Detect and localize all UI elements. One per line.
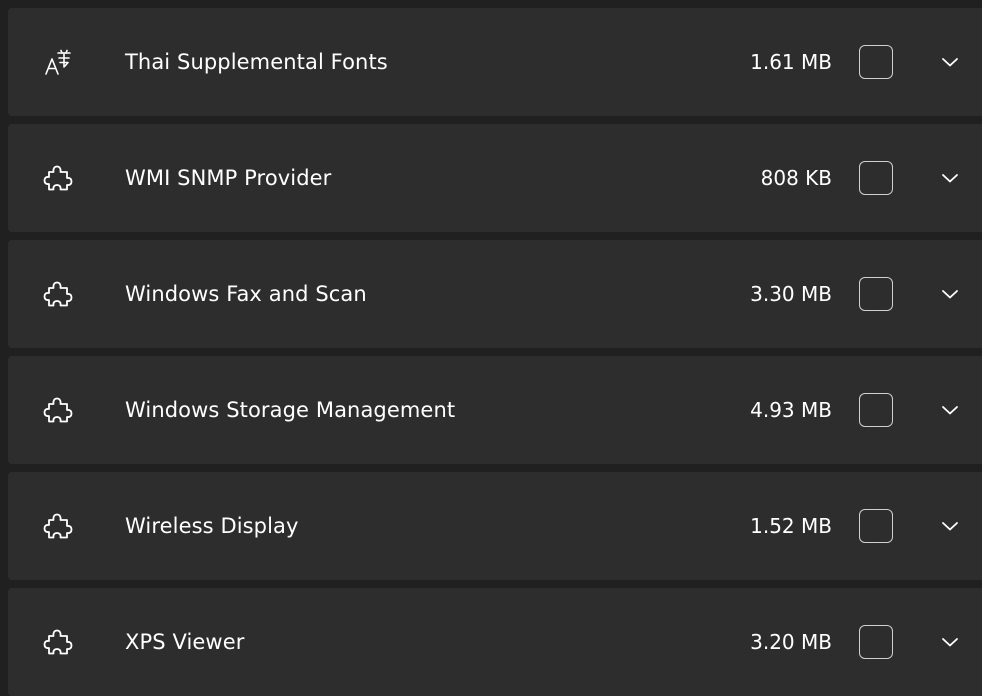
feature-name: WMI SNMP Provider: [125, 166, 332, 190]
feature-row-xps-viewer[interactable]: XPS Viewer 3.20 MB: [8, 588, 982, 696]
feature-size: 808 KB: [760, 166, 832, 190]
feature-size: 3.20 MB: [750, 630, 832, 654]
feature-row-windows-fax-and-scan[interactable]: Windows Fax and Scan 3.30 MB: [8, 240, 982, 348]
chevron-down-icon[interactable]: [938, 514, 962, 538]
feature-name: Windows Fax and Scan: [125, 282, 367, 306]
feature-row-windows-storage-management[interactable]: Windows Storage Management 4.93 MB: [8, 356, 982, 464]
feature-name: Windows Storage Management: [125, 398, 456, 422]
feature-size: 1.52 MB: [750, 514, 832, 538]
optional-features-list: Thai Supplemental Fonts 1.61 MB WMI SNMP…: [8, 8, 982, 696]
feature-row-wmi-snmp-provider[interactable]: WMI SNMP Provider 808 KB: [8, 124, 982, 232]
chevron-down-icon[interactable]: [938, 630, 962, 654]
feature-name: Wireless Display: [125, 514, 299, 538]
feature-size: 4.93 MB: [750, 398, 832, 422]
puzzle-piece-icon: [42, 626, 74, 658]
feature-select-checkbox[interactable]: [859, 161, 893, 195]
feature-row-thai-supplemental-fonts[interactable]: Thai Supplemental Fonts 1.61 MB: [8, 8, 982, 116]
feature-size: 3.30 MB: [750, 282, 832, 306]
feature-size: 1.61 MB: [750, 50, 832, 74]
chevron-down-icon[interactable]: [938, 50, 962, 74]
feature-name: XPS Viewer: [125, 630, 245, 654]
feature-select-checkbox[interactable]: [859, 277, 893, 311]
font-language-icon: [42, 46, 74, 78]
feature-name: Thai Supplemental Fonts: [125, 50, 388, 74]
puzzle-piece-icon: [42, 394, 74, 426]
chevron-down-icon[interactable]: [938, 398, 962, 422]
chevron-down-icon[interactable]: [938, 166, 962, 190]
puzzle-piece-icon: [42, 510, 74, 542]
feature-select-checkbox[interactable]: [859, 625, 893, 659]
puzzle-piece-icon: [42, 278, 74, 310]
feature-select-checkbox[interactable]: [859, 45, 893, 79]
puzzle-piece-icon: [42, 162, 74, 194]
chevron-down-icon[interactable]: [938, 282, 962, 306]
feature-row-wireless-display[interactable]: Wireless Display 1.52 MB: [8, 472, 982, 580]
feature-select-checkbox[interactable]: [859, 393, 893, 427]
feature-select-checkbox[interactable]: [859, 509, 893, 543]
